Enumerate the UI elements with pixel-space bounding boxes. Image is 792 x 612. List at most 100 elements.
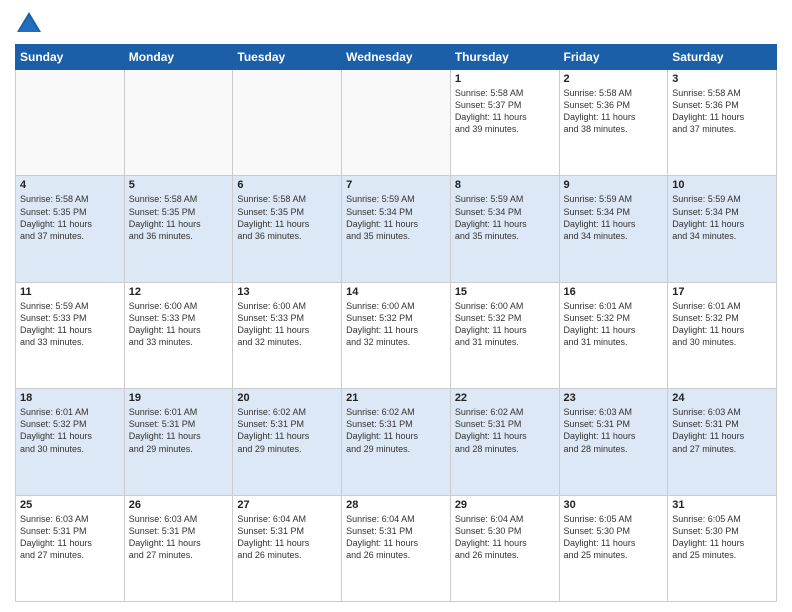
day-number: 2 — [564, 73, 664, 85]
calendar-cell: 21 Sunrise: 6:02 AM Sunset: 5:31 PM Dayli… — [342, 389, 451, 495]
calendar-cell: 28 Sunrise: 6:04 AM Sunset: 5:31 PM Dayli… — [342, 495, 451, 601]
col-header-monday: Monday — [124, 45, 233, 70]
calendar-week-2: 4 Sunrise: 5:58 AM Sunset: 5:35 PM Daylig… — [16, 176, 777, 282]
calendar-cell: 12 Sunrise: 6:00 AM Sunset: 5:33 PM Dayli… — [124, 282, 233, 388]
day-info: Sunrise: 5:58 AM Sunset: 5:36 PM Dayligh… — [564, 87, 664, 136]
calendar-cell: 29 Sunrise: 6:04 AM Sunset: 5:30 PM Dayli… — [450, 495, 559, 601]
day-number: 26 — [129, 499, 229, 511]
calendar-cell: 31 Sunrise: 6:05 AM Sunset: 5:30 PM Dayli… — [668, 495, 777, 601]
day-info: Sunrise: 5:58 AM Sunset: 5:35 PM Dayligh… — [129, 193, 229, 242]
day-number: 31 — [672, 499, 772, 511]
day-number: 24 — [672, 392, 772, 404]
day-number: 28 — [346, 499, 446, 511]
day-number: 11 — [20, 286, 120, 298]
day-info: Sunrise: 6:00 AM Sunset: 5:33 PM Dayligh… — [129, 300, 229, 349]
day-number: 1 — [455, 73, 555, 85]
calendar-cell: 2 Sunrise: 5:58 AM Sunset: 5:36 PM Daylig… — [559, 70, 668, 176]
day-info: Sunrise: 6:03 AM Sunset: 5:31 PM Dayligh… — [20, 513, 120, 562]
col-header-tuesday: Tuesday — [233, 45, 342, 70]
calendar-table: SundayMondayTuesdayWednesdayThursdayFrid… — [15, 44, 777, 602]
calendar-week-3: 11 Sunrise: 5:59 AM Sunset: 5:33 PM Dayli… — [16, 282, 777, 388]
calendar-cell: 5 Sunrise: 5:58 AM Sunset: 5:35 PM Daylig… — [124, 176, 233, 282]
day-number: 18 — [20, 392, 120, 404]
calendar-cell: 22 Sunrise: 6:02 AM Sunset: 5:31 PM Dayli… — [450, 389, 559, 495]
day-info: Sunrise: 6:04 AM Sunset: 5:30 PM Dayligh… — [455, 513, 555, 562]
calendar-cell: 26 Sunrise: 6:03 AM Sunset: 5:31 PM Dayli… — [124, 495, 233, 601]
day-number: 20 — [237, 392, 337, 404]
day-number: 15 — [455, 286, 555, 298]
day-number: 9 — [564, 179, 664, 191]
calendar-week-4: 18 Sunrise: 6:01 AM Sunset: 5:32 PM Dayli… — [16, 389, 777, 495]
day-info: Sunrise: 6:02 AM Sunset: 5:31 PM Dayligh… — [346, 406, 446, 455]
calendar-cell — [124, 70, 233, 176]
day-info: Sunrise: 5:59 AM Sunset: 5:34 PM Dayligh… — [455, 193, 555, 242]
calendar-cell: 11 Sunrise: 5:59 AM Sunset: 5:33 PM Dayli… — [16, 282, 125, 388]
day-number: 19 — [129, 392, 229, 404]
day-info: Sunrise: 5:59 AM Sunset: 5:33 PM Dayligh… — [20, 300, 120, 349]
calendar-cell: 24 Sunrise: 6:03 AM Sunset: 5:31 PM Dayli… — [668, 389, 777, 495]
calendar-cell: 19 Sunrise: 6:01 AM Sunset: 5:31 PM Dayli… — [124, 389, 233, 495]
day-info: Sunrise: 6:05 AM Sunset: 5:30 PM Dayligh… — [672, 513, 772, 562]
col-header-friday: Friday — [559, 45, 668, 70]
calendar-cell: 7 Sunrise: 5:59 AM Sunset: 5:34 PM Daylig… — [342, 176, 451, 282]
page: SundayMondayTuesdayWednesdayThursdayFrid… — [0, 0, 792, 612]
day-number: 22 — [455, 392, 555, 404]
calendar-cell: 27 Sunrise: 6:04 AM Sunset: 5:31 PM Dayli… — [233, 495, 342, 601]
day-info: Sunrise: 5:58 AM Sunset: 5:35 PM Dayligh… — [237, 193, 337, 242]
day-number: 30 — [564, 499, 664, 511]
calendar-cell: 9Sunrise: 5:59 AM Sunset: 5:34 PM Daylig… — [559, 176, 668, 282]
calendar-week-5: 25 Sunrise: 6:03 AM Sunset: 5:31 PM Dayli… — [16, 495, 777, 601]
calendar-cell: 15 Sunrise: 6:00 AM Sunset: 5:32 PM Dayli… — [450, 282, 559, 388]
day-number: 16 — [564, 286, 664, 298]
day-info: Sunrise: 6:03 AM Sunset: 5:31 PM Dayligh… — [129, 513, 229, 562]
day-info: Sunrise: 6:00 AM Sunset: 5:33 PM Dayligh… — [237, 300, 337, 349]
calendar-cell: 16 Sunrise: 6:01 AM Sunset: 5:32 PM Dayli… — [559, 282, 668, 388]
day-number: 29 — [455, 499, 555, 511]
day-number: 17 — [672, 286, 772, 298]
day-number: 3 — [672, 73, 772, 85]
day-number: 21 — [346, 392, 446, 404]
calendar-cell: 30 Sunrise: 6:05 AM Sunset: 5:30 PM Dayli… — [559, 495, 668, 601]
calendar-cell: 25 Sunrise: 6:03 AM Sunset: 5:31 PM Dayli… — [16, 495, 125, 601]
col-header-saturday: Saturday — [668, 45, 777, 70]
calendar-cell: 3Sunrise: 5:58 AM Sunset: 5:36 PM Daylig… — [668, 70, 777, 176]
day-number: 6 — [237, 179, 337, 191]
calendar-cell: 4Sunrise: 5:58 AM Sunset: 5:35 PM Daylig… — [16, 176, 125, 282]
day-info: Sunrise: 6:02 AM Sunset: 5:31 PM Dayligh… — [455, 406, 555, 455]
calendar-cell — [342, 70, 451, 176]
day-info: Sunrise: 5:59 AM Sunset: 5:34 PM Dayligh… — [346, 193, 446, 242]
calendar-cell: 1 Sunrise: 5:58 AM Sunset: 5:37 PM Daylig… — [450, 70, 559, 176]
calendar-cell: 17 Sunrise: 6:01 AM Sunset: 5:32 PM Dayli… — [668, 282, 777, 388]
calendar-cell — [16, 70, 125, 176]
day-number: 14 — [346, 286, 446, 298]
header — [15, 10, 777, 38]
day-number: 23 — [564, 392, 664, 404]
day-number: 27 — [237, 499, 337, 511]
day-number: 7 — [346, 179, 446, 191]
day-info: Sunrise: 6:05 AM Sunset: 5:30 PM Dayligh… — [564, 513, 664, 562]
logo-icon — [15, 10, 43, 38]
calendar-cell: 18 Sunrise: 6:01 AM Sunset: 5:32 PM Dayli… — [16, 389, 125, 495]
day-info: Sunrise: 5:58 AM Sunset: 5:37 PM Dayligh… — [455, 87, 555, 136]
day-number: 4 — [20, 179, 120, 191]
calendar-cell: 14Sunrise: 6:00 AM Sunset: 5:32 PM Dayli… — [342, 282, 451, 388]
day-info: Sunrise: 6:01 AM Sunset: 5:32 PM Dayligh… — [672, 300, 772, 349]
day-number: 10 — [672, 179, 772, 191]
day-info: Sunrise: 6:01 AM Sunset: 5:32 PM Dayligh… — [564, 300, 664, 349]
day-number: 8 — [455, 179, 555, 191]
day-number: 5 — [129, 179, 229, 191]
day-info: Sunrise: 6:04 AM Sunset: 5:31 PM Dayligh… — [237, 513, 337, 562]
day-info: Sunrise: 6:00 AM Sunset: 5:32 PM Dayligh… — [455, 300, 555, 349]
day-number: 12 — [129, 286, 229, 298]
day-info: Sunrise: 6:01 AM Sunset: 5:32 PM Dayligh… — [20, 406, 120, 455]
day-number: 25 — [20, 499, 120, 511]
calendar-cell: 10 Sunrise: 5:59 AM Sunset: 5:34 PM Dayli… — [668, 176, 777, 282]
day-info: Sunrise: 6:04 AM Sunset: 5:31 PM Dayligh… — [346, 513, 446, 562]
calendar-cell: 13Sunrise: 6:00 AM Sunset: 5:33 PM Dayli… — [233, 282, 342, 388]
calendar-header-row: SundayMondayTuesdayWednesdayThursdayFrid… — [16, 45, 777, 70]
day-info: Sunrise: 6:03 AM Sunset: 5:31 PM Dayligh… — [672, 406, 772, 455]
day-info: Sunrise: 5:59 AM Sunset: 5:34 PM Dayligh… — [672, 193, 772, 242]
col-header-sunday: Sunday — [16, 45, 125, 70]
day-info: Sunrise: 6:02 AM Sunset: 5:31 PM Dayligh… — [237, 406, 337, 455]
day-info: Sunrise: 6:01 AM Sunset: 5:31 PM Dayligh… — [129, 406, 229, 455]
